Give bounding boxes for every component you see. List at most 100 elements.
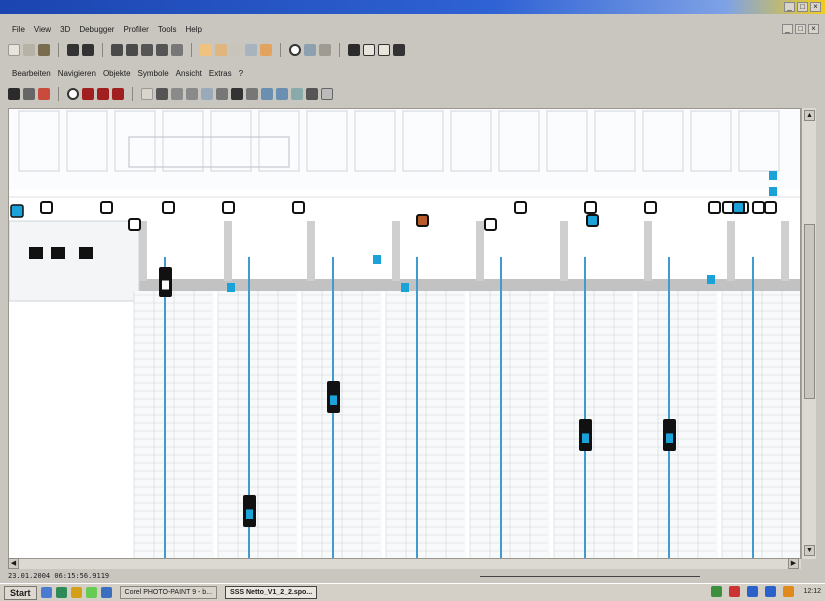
quicklaunch-desktop-icon[interactable]: [40, 587, 52, 598]
doc-close-icon[interactable]: ×: [808, 24, 819, 34]
vehicle-token-indicator: [666, 433, 673, 443]
zoom-in-icon[interactable]: [171, 88, 183, 100]
machine-symbol: [584, 201, 597, 214]
align-center-icon[interactable]: [230, 44, 242, 56]
title-bar: _ □ ×: [0, 0, 825, 14]
doc-minimize-icon[interactable]: _: [782, 24, 793, 34]
toolbar-separator: [339, 43, 340, 57]
scroll-right-arrow[interactable]: ▶: [788, 558, 799, 569]
scroll-thumb[interactable]: [804, 224, 815, 399]
doc-restore-icon[interactable]: □: [795, 24, 806, 34]
minimize-icon[interactable]: _: [784, 2, 795, 12]
save-all-icon[interactable]: [82, 44, 94, 56]
scroll-down-arrow[interactable]: ▼: [804, 545, 815, 556]
menu-3d[interactable]: 3D: [60, 25, 70, 34]
menu-ansicht[interactable]: Ansicht: [176, 69, 202, 78]
machine-symbol: [764, 201, 777, 214]
clock-icon[interactable]: [289, 44, 301, 56]
quicklaunch-app-icon[interactable]: [85, 587, 97, 598]
new-file-icon[interactable]: [8, 44, 20, 56]
shape-icon[interactable]: [216, 88, 228, 100]
grid-icon[interactable]: [245, 44, 257, 56]
gray-stub: [307, 221, 315, 281]
table-icon[interactable]: [291, 88, 303, 100]
link-icon[interactable]: [246, 88, 258, 100]
route-icon[interactable]: [276, 88, 288, 100]
scroll-left-arrow[interactable]: ◀: [8, 558, 19, 569]
plan-drawing: [9, 109, 800, 558]
tray-network-icon[interactable]: [711, 586, 723, 597]
step-icon[interactable]: [97, 88, 109, 100]
page-icon[interactable]: [141, 88, 153, 100]
book-icon[interactable]: [378, 44, 390, 56]
black-block: [79, 247, 93, 259]
quicklaunch-folder-icon[interactable]: [70, 587, 82, 598]
menu-tools[interactable]: Tools: [158, 25, 177, 34]
menu-help-question[interactable]: ?: [239, 69, 243, 78]
tools-icon[interactable]: [141, 44, 153, 56]
magic-icon[interactable]: [306, 88, 318, 100]
status-timestamp: 23.01.2004 06:15:56.9119: [8, 572, 110, 580]
horizontal-scrollbar[interactable]: ◀ ▶: [8, 558, 801, 569]
align-right-icon[interactable]: [215, 44, 227, 56]
menu-view[interactable]: View: [34, 25, 51, 34]
build-icon[interactable]: [156, 44, 168, 56]
window-icon[interactable]: [111, 44, 123, 56]
menu-symbole[interactable]: Symbole: [138, 69, 169, 78]
forward-icon[interactable]: [112, 88, 124, 100]
menu-help[interactable]: Help: [186, 25, 202, 34]
connect-icon[interactable]: [261, 88, 273, 100]
properties-icon[interactable]: [304, 44, 316, 56]
binoculars-icon[interactable]: [393, 44, 405, 56]
zoom-out-icon[interactable]: [186, 88, 198, 100]
close-icon[interactable]: ×: [810, 2, 821, 12]
vertical-scrollbar[interactable]: ▲ ▼: [801, 108, 816, 559]
menu-profiler[interactable]: Profiler: [123, 25, 148, 34]
menu-debugger[interactable]: Debugger: [79, 25, 114, 34]
left-block: [9, 220, 140, 302]
tray-display-icon[interactable]: [765, 586, 777, 597]
machine-symbol: [644, 201, 657, 214]
layers-icon[interactable]: [321, 88, 333, 100]
task-corel-photopaint[interactable]: Corel PHOTO-PAINT 9 - b...: [119, 586, 218, 599]
gray-stub: [560, 221, 568, 281]
machine-symbol: [162, 201, 175, 214]
quicklaunch-ie-icon[interactable]: [55, 587, 67, 598]
maximize-icon[interactable]: □: [797, 2, 808, 12]
list-icon[interactable]: [319, 44, 331, 56]
status-bar: 23.01.2004 06:15:56.9119: [0, 571, 825, 583]
menu-objekte[interactable]: Objekte: [103, 69, 131, 78]
tray-app-icon[interactable]: [783, 586, 795, 597]
monitor-icon[interactable]: [23, 88, 35, 100]
timer-icon[interactable]: [67, 88, 79, 100]
color-icon[interactable]: [260, 44, 272, 56]
home-icon[interactable]: [348, 44, 360, 56]
align-left-icon[interactable]: [200, 44, 212, 56]
save-icon[interactable]: [67, 44, 79, 56]
editor-canvas[interactable]: [8, 108, 801, 559]
menu-extras[interactable]: Extras: [209, 69, 232, 78]
start-button[interactable]: Start: [4, 585, 37, 600]
editor-toolbar: [8, 84, 333, 104]
record-icon[interactable]: [82, 88, 94, 100]
tray-volume-icon[interactable]: [747, 586, 759, 597]
toolbar-separator: [191, 43, 192, 57]
quicklaunch-help-icon[interactable]: [100, 587, 112, 598]
layout-icon[interactable]: [126, 44, 138, 56]
stop-icon[interactable]: [38, 88, 50, 100]
open-icon[interactable]: [23, 44, 35, 56]
brush-icon[interactable]: [156, 88, 168, 100]
pause-icon[interactable]: [8, 88, 20, 100]
open-folder-icon[interactable]: [38, 44, 50, 56]
frame-icon[interactable]: [363, 44, 375, 56]
menu-file[interactable]: File: [12, 25, 25, 34]
select-icon[interactable]: [201, 88, 213, 100]
menu-bearbeiten[interactable]: Bearbeiten: [12, 69, 51, 78]
tray-antivirus-icon[interactable]: [729, 586, 741, 597]
machine-symbol-selected: [586, 214, 599, 227]
task-spo-file[interactable]: SSS Netto_V1_2_2.spo...: [225, 586, 318, 599]
pen-icon[interactable]: [231, 88, 243, 100]
scroll-up-arrow[interactable]: ▲: [804, 110, 815, 121]
run-dropdown-icon[interactable]: [171, 44, 183, 56]
menu-navigieren[interactable]: Navigieren: [58, 69, 96, 78]
